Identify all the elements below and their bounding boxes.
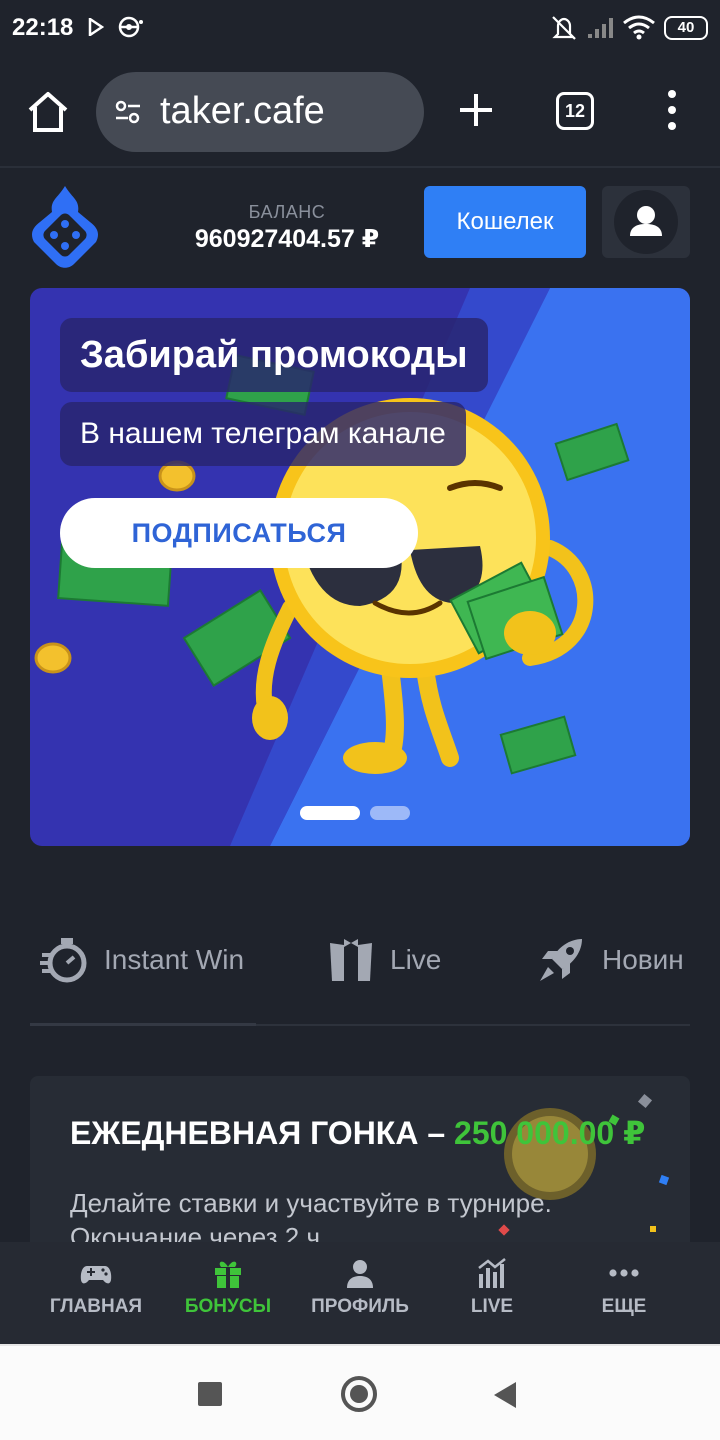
- balance-label: БАЛАНС: [248, 202, 326, 222]
- recents-icon[interactable]: [198, 1382, 222, 1406]
- avatar: [614, 190, 678, 254]
- nav-profile[interactable]: ПРОФИЛЬ: [294, 1256, 426, 1318]
- tab-live[interactable]: Live: [326, 930, 441, 990]
- tab-label: Live: [390, 944, 442, 975]
- nav-home[interactable]: ГЛАВНАЯ: [30, 1256, 162, 1318]
- nav-label: LIVE: [470, 1296, 514, 1317]
- bottom-navigation: ГЛАВНАЯ БОНУСЫ ПРОФИЛЬ LIVE ЕЩЕ: [0, 1242, 720, 1344]
- site-settings-icon[interactable]: [114, 98, 142, 126]
- race-amount: 250 000.00 ₽: [454, 1115, 646, 1151]
- tab-label: Новин: [602, 944, 684, 975]
- banner-subtitle: В нашем телеграм канале: [60, 402, 466, 466]
- pokeball-icon: [118, 16, 143, 38]
- category-tabs: Instant Win Live Новин: [0, 910, 720, 1010]
- race-description: Делайте ставки и участвуйте в турнире. О…: [70, 1188, 552, 1242]
- profile-button[interactable]: [602, 186, 690, 258]
- tab-instant-win[interactable]: Instant Win: [40, 930, 244, 990]
- balance-value: 960927404.57 ₽: [194, 225, 380, 253]
- nav-label: ЕЩЕ: [601, 1296, 647, 1317]
- nav-more[interactable]: ЕЩЕ: [558, 1256, 690, 1318]
- rocket-icon: [540, 939, 582, 981]
- tab-indicator: [30, 1023, 256, 1026]
- subscribe-button[interactable]: ПОДПИСАТЬСЯ: [60, 498, 418, 568]
- race-title-text: ЕЖЕДНЕВНАЯ ГОНКА –: [70, 1115, 455, 1151]
- home-icon[interactable]: [24, 88, 72, 136]
- daily-race-card[interactable]: ЕЖЕДНЕВНАЯ ГОНКА – 250 000.00 ₽ Делайте …: [30, 1076, 690, 1242]
- gamepad-icon: [80, 1266, 112, 1284]
- logo-dice-icon[interactable]: [28, 184, 102, 270]
- tuxedo-icon: [330, 939, 372, 981]
- play-icon: [88, 18, 104, 36]
- address-bar[interactable]: taker.cafe: [96, 72, 424, 152]
- gift-icon: [215, 1261, 241, 1288]
- plus-icon[interactable]: [452, 86, 500, 134]
- nav-label: БОНУСЫ: [184, 1296, 272, 1317]
- nav-label: ГЛАВНАЯ: [49, 1296, 143, 1317]
- chart-icon: [478, 1258, 506, 1288]
- wifi-icon: [623, 15, 655, 40]
- signal-icon: [588, 18, 613, 38]
- system-navigation-bar: [0, 1344, 720, 1440]
- promo-banner[interactable]: Забирай промокоды В нашем телеграм канал…: [30, 288, 690, 846]
- battery-icon: 40: [664, 16, 708, 40]
- status-time: 22:18: [12, 14, 74, 41]
- timer-icon: [40, 938, 87, 983]
- race-title: ЕЖЕДНЕВНАЯ ГОНКА – 250 000.00 ₽: [70, 1114, 645, 1152]
- tab-new[interactable]: Новин: [534, 930, 684, 990]
- back-icon[interactable]: [494, 1382, 516, 1408]
- nav-bonuses[interactable]: БОНУСЫ: [162, 1256, 294, 1318]
- user-icon: [347, 1260, 373, 1288]
- browser-toolbar: taker.cafe 12: [0, 56, 720, 168]
- dots-icon: [609, 1269, 639, 1277]
- home-circle-icon[interactable]: [341, 1376, 377, 1412]
- banner-title: Забирай промокоды: [60, 318, 488, 392]
- wallet-button[interactable]: Кошелек: [424, 186, 586, 258]
- user-icon: [630, 206, 662, 236]
- tab-label: Instant Win: [104, 944, 245, 975]
- url-text: taker.cafe: [160, 90, 325, 132]
- status-bar: 22:18 40: [0, 0, 720, 56]
- mute-icon: [552, 16, 576, 40]
- home-circle-inner: [350, 1385, 368, 1403]
- nav-live[interactable]: LIVE: [426, 1256, 558, 1318]
- nav-label: ПРОФИЛЬ: [311, 1296, 409, 1317]
- more-icon[interactable]: [660, 86, 684, 134]
- tabs-icon[interactable]: 12: [556, 92, 594, 130]
- carousel-dot-active[interactable]: [300, 806, 360, 820]
- site-header: БАЛАНС 960927404.57 ₽ Кошелек: [0, 170, 720, 280]
- carousel-dot[interactable]: [370, 806, 410, 820]
